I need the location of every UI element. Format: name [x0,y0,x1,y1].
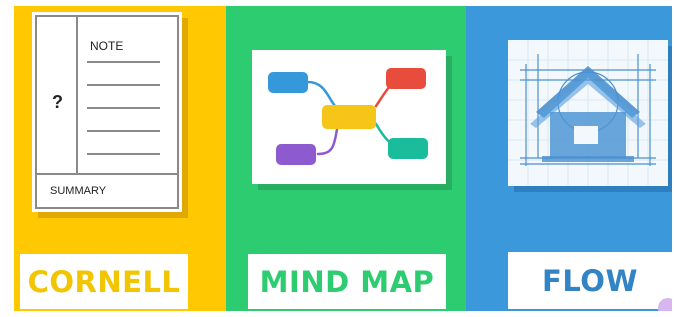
node-yellow-center [322,105,376,129]
node-blue [268,72,308,93]
node-red [386,68,426,89]
cornell-panel: NOTE ? SUMMARY CORNELL [14,6,226,311]
cornell-label-box: CORNELL [20,254,188,309]
house-blueprint-icon [508,40,668,186]
flow-card [508,40,668,186]
cornell-card: NOTE ? SUMMARY [32,12,182,212]
node-teal [388,138,428,159]
flow-panel: FLOW [466,6,672,311]
cue-label: ? [52,92,63,112]
mind-map-label: MIND MAP [259,264,435,299]
cornell-label: CORNELL [27,264,181,299]
cornell-template-diagram: NOTE ? SUMMARY [35,15,179,209]
node-purple [276,144,316,165]
mind-map-panel: MIND MAP [226,6,466,311]
note-label: NOTE [90,39,123,53]
mind-map-card [252,50,446,184]
flow-label: FLOW [542,263,638,298]
summary-label: SUMMARY [50,185,107,197]
flow-label-box: FLOW [508,252,672,309]
corner-badge-icon [658,298,672,311]
mind-map-diagram [268,68,428,165]
mind-map-label-box: MIND MAP [248,254,446,309]
